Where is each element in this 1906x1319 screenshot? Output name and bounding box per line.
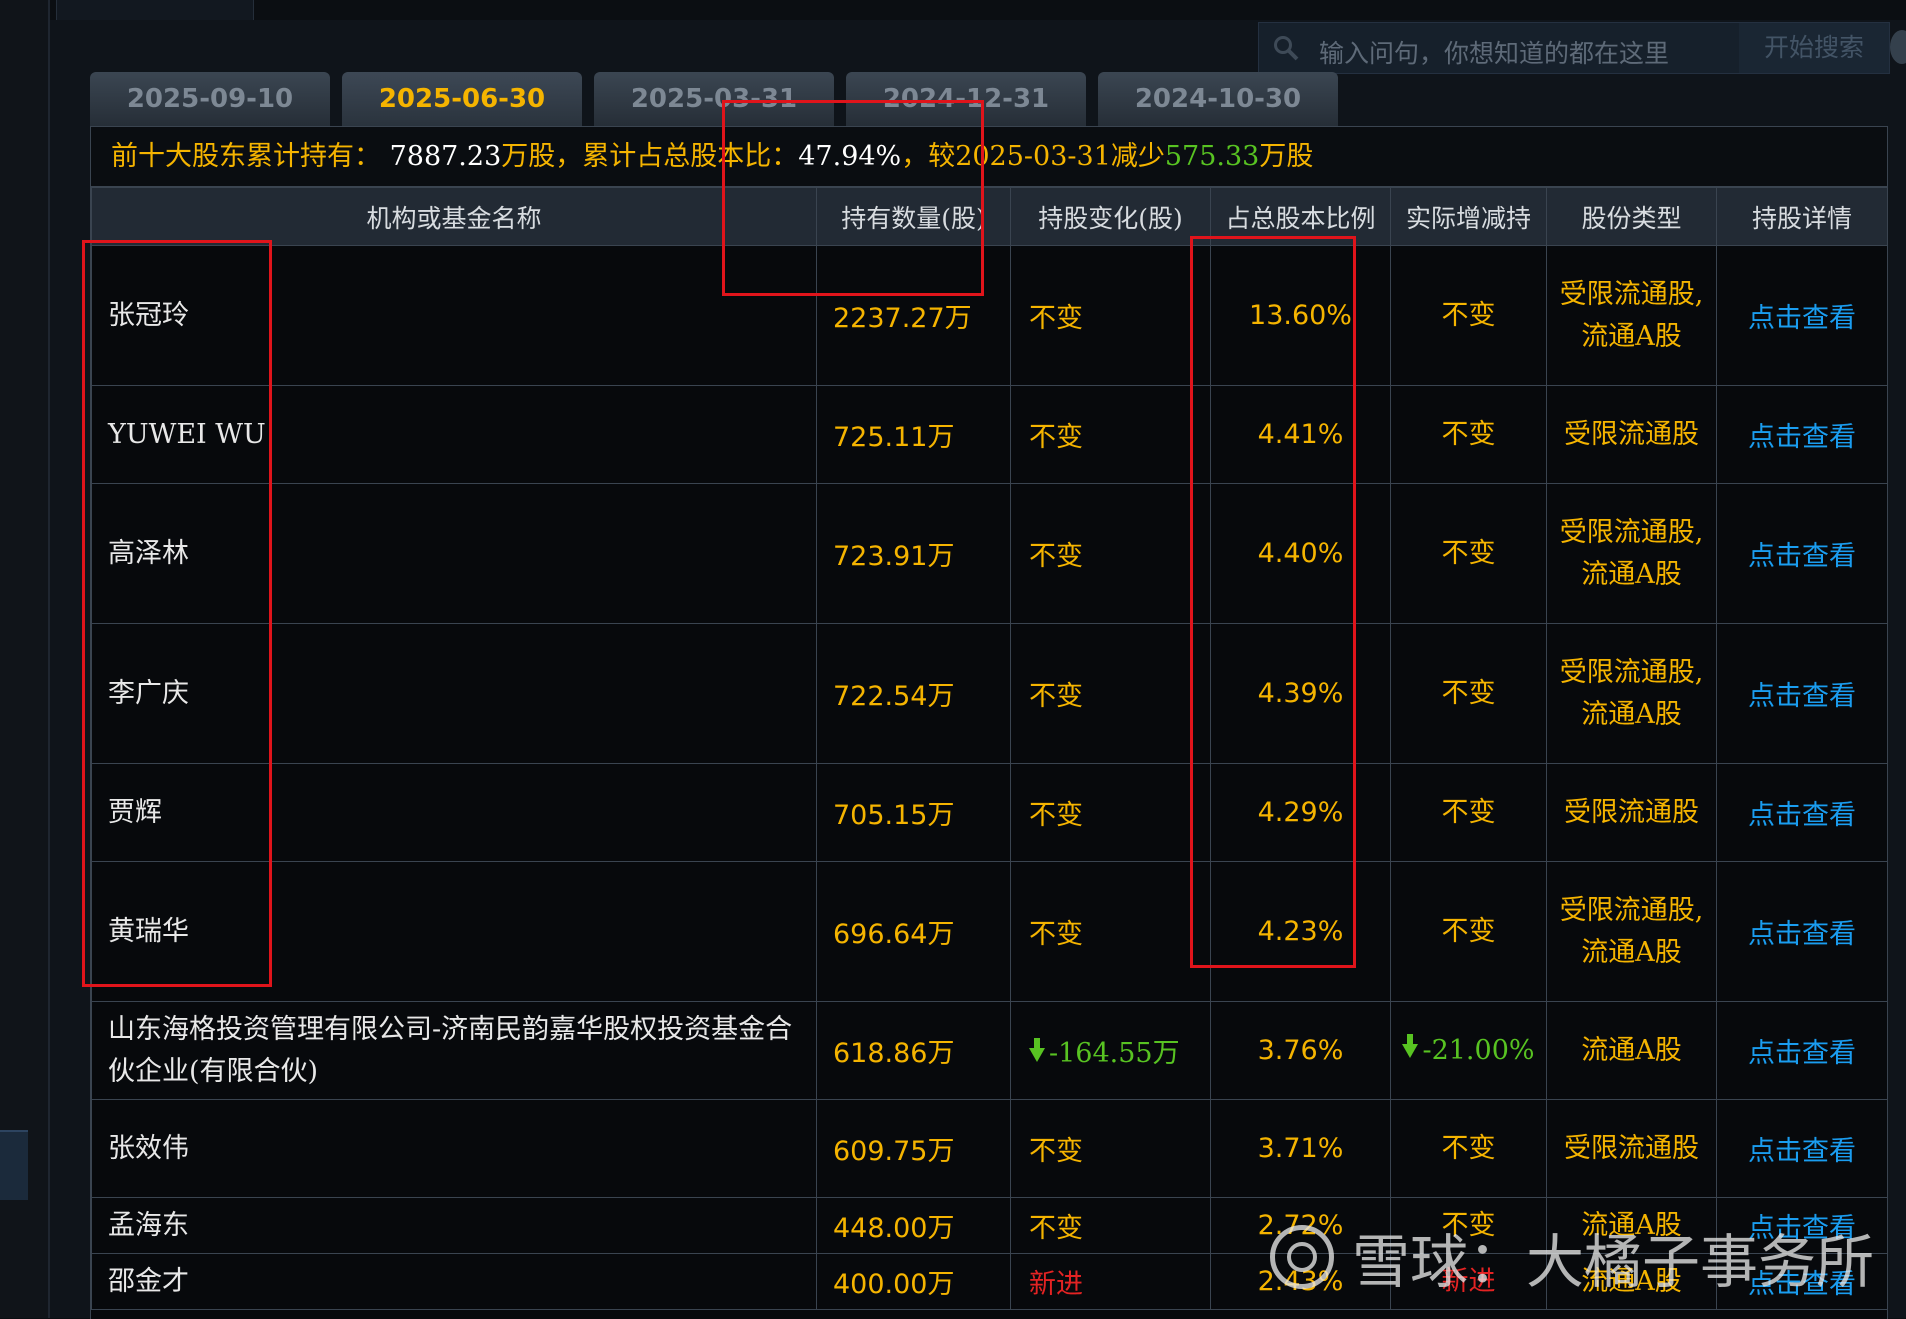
holding-change-value: -164.55万 <box>1049 1038 1180 1069</box>
detail-link[interactable]: 点击查看 <box>1716 861 1888 1002</box>
table-row: 山东海格投资管理有限公司-济南民韵嘉华股权投资基金合伙企业(有限合伙) 618.… <box>91 1001 1888 1100</box>
actual-change-value: -21.00% <box>1422 1034 1535 1066</box>
detail-link[interactable]: 点击查看 <box>1716 1099 1888 1198</box>
share-type: 受限流通股 <box>1546 1099 1717 1198</box>
holding-amount: 448.00万 <box>816 1197 1011 1254</box>
actual-change: 不变 <box>1390 483 1547 624</box>
tab-2024-10-30[interactable]: 2024-10-30 <box>1098 72 1338 126</box>
table-row: 高泽林 723.91万 不变 4.40% 不变 受限流通股,流通A股 点击查看 <box>91 483 1888 624</box>
shareholder-table-container: 前十大股东累计持有： 7887.23万股，累计占总股本比：47.94%，较202… <box>90 126 1888 1319</box>
actual-change: 不变 <box>1390 623 1547 764</box>
left-sidebar-strip <box>0 0 50 1318</box>
actual-change: 不变 <box>1390 245 1547 386</box>
holding-change: 不变 <box>1010 623 1211 764</box>
share-type: 受限流通股,流通A股 <box>1546 245 1717 386</box>
watermark: 雪球：大橘子事务所 <box>1270 1215 1874 1299</box>
tab-2025-09-10[interactable]: 2025-09-10 <box>90 72 330 126</box>
shareholder-table: 机构或基金名称 持有数量(股) 持股变化(股) 占总股本比例 实际增减持 股份类… <box>91 187 1888 1310</box>
share-type: 受限流通股,流通A股 <box>1546 861 1717 1002</box>
share-percentage: 3.76% <box>1210 1001 1391 1100</box>
holding-change: 不变 <box>1010 1099 1211 1198</box>
holding-amount: 705.15万 <box>816 763 1011 862</box>
holding-amount: 723.91万 <box>816 483 1011 624</box>
holding-amount: 609.75万 <box>816 1099 1011 1198</box>
holding-change: 新进 <box>1010 1253 1211 1310</box>
summary-unit: 万股， <box>501 141 583 172</box>
search-button[interactable]: 开始搜索 <box>1739 23 1889 73</box>
holding-change: -164.55万 <box>1010 1001 1211 1100</box>
share-type: 受限流通股,流通A股 <box>1546 623 1717 764</box>
detail-link[interactable]: 点击查看 <box>1716 483 1888 624</box>
holder-name: 邵金才 <box>91 1253 817 1310</box>
holder-name: 山东海格投资管理有限公司-济南民韵嘉华股权投资基金合伙企业(有限合伙) <box>91 1001 817 1100</box>
summary-total: 7887.23 <box>389 141 502 172</box>
holding-change: 不变 <box>1010 245 1211 386</box>
actual-change: 不变 <box>1390 763 1547 862</box>
table-row: 张效伟 609.75万 不变 3.71% 不变 受限流通股 点击查看 <box>91 1099 1888 1198</box>
annotation-box-names <box>82 240 272 987</box>
detail-link[interactable]: 点击查看 <box>1716 245 1888 386</box>
summary-unit2: 万股 <box>1259 141 1314 172</box>
holding-change: 不变 <box>1010 861 1211 1002</box>
detail-link[interactable]: 点击查看 <box>1716 385 1888 484</box>
actual-change: -21.00% <box>1390 1001 1547 1100</box>
annotation-box-dates <box>722 100 984 296</box>
share-type: 流通A股 <box>1546 1001 1717 1100</box>
arrow-down-icon <box>1029 1037 1045 1062</box>
table-row: 贾辉 705.15万 不变 4.29% 不变 受限流通股 点击查看 <box>91 763 1888 862</box>
search-icon <box>1274 36 1299 61</box>
table-row: 李广庆 722.54万 不变 4.39% 不变 受限流通股,流通A股 点击查看 <box>91 623 1888 764</box>
holding-change: 不变 <box>1010 483 1211 624</box>
holding-amount: 722.54万 <box>816 623 1011 764</box>
share-percentage: 3.71% <box>1210 1099 1391 1198</box>
share-type: 受限流通股,流通A股 <box>1546 483 1717 624</box>
watermark-text: 雪球：大橘子事务所 <box>1352 1228 1875 1296</box>
summary-prefix: 前十大股东累计持有： <box>111 141 381 172</box>
header-name[interactable]: 机构或基金名称 <box>91 187 817 246</box>
detail-link[interactable]: 点击查看 <box>1716 1001 1888 1100</box>
xueqiu-logo-icon <box>1270 1225 1334 1289</box>
actual-change: 不变 <box>1390 1099 1547 1198</box>
holding-amount: 725.11万 <box>816 385 1011 484</box>
table-header-row: 机构或基金名称 持有数量(股) 持股变化(股) 占总股本比例 实际增减持 股份类… <box>91 187 1888 246</box>
holder-name: 孟海东 <box>91 1197 817 1254</box>
share-type: 受限流通股 <box>1546 763 1717 862</box>
holding-change: 不变 <box>1010 763 1211 862</box>
search-input[interactable]: 输入问句，你想知道的都在这里 <box>1319 34 1669 70</box>
header-change[interactable]: 持股变化(股) <box>1010 187 1211 246</box>
detail-link[interactable]: 点击查看 <box>1716 623 1888 764</box>
sidebar-notch[interactable] <box>0 1130 28 1200</box>
holding-change: 不变 <box>1010 385 1211 484</box>
header-actual[interactable]: 实际增减持 <box>1390 187 1547 246</box>
header-detail[interactable]: 持股详情 <box>1716 187 1888 246</box>
top-bar <box>50 0 1906 20</box>
holding-change: 不变 <box>1010 1197 1211 1254</box>
actual-change: 不变 <box>1390 385 1547 484</box>
header-type[interactable]: 股份类型 <box>1546 187 1717 246</box>
arrow-down-icon <box>1402 1034 1419 1058</box>
table-row: YUWEI WU 725.11万 不变 4.41% 不变 受限流通股 点击查看 <box>91 385 1888 484</box>
holding-amount: 696.64万 <box>816 861 1011 1002</box>
summary-change: 575.33 <box>1164 141 1260 172</box>
search-bar[interactable]: 输入问句，你想知道的都在这里 开始搜索 <box>1258 22 1890 74</box>
summary-line: 前十大股东累计持有： 7887.23万股，累计占总股本比：47.94%，较202… <box>91 127 1887 187</box>
holding-amount: 618.86万 <box>816 1001 1011 1100</box>
share-type: 受限流通股 <box>1546 385 1717 484</box>
tab-2025-06-30[interactable]: 2025-06-30 <box>342 72 582 126</box>
table-row: 张冠玲 2237.27万 不变 13.60% 不变 受限流通股,流通A股 点击查… <box>91 245 1888 386</box>
holder-name: 张效伟 <box>91 1099 817 1198</box>
table-row: 黄瑞华 696.64万 不变 4.23% 不变 受限流通股,流通A股 点击查看 <box>91 861 1888 1002</box>
actual-change: 不变 <box>1390 861 1547 1002</box>
annotation-box-percentages <box>1190 236 1356 968</box>
holding-amount: 400.00万 <box>816 1253 1011 1310</box>
detail-link[interactable]: 点击查看 <box>1716 763 1888 862</box>
